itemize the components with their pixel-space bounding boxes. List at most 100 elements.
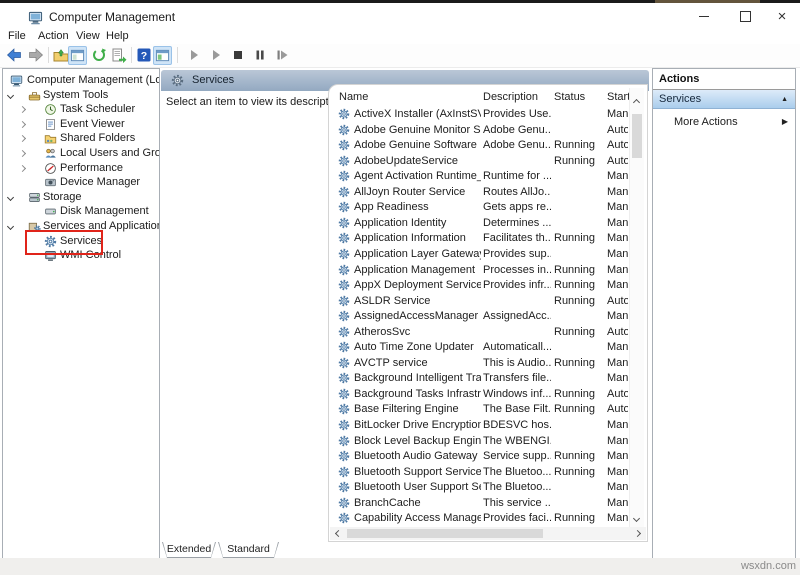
column-header-description[interactable]: Description — [483, 90, 549, 104]
service-name: AVCTP service — [354, 356, 428, 369]
menu-help[interactable]: Help — [106, 30, 129, 42]
scroll-down-icon[interactable] — [632, 514, 641, 523]
service-status: Running — [554, 279, 595, 292]
service-description: BDESVC hos... — [483, 419, 551, 431]
service-row[interactable]: Application Management Processes in... Run… — [329, 263, 628, 278]
tree-item-system-tools[interactable]: System Tools — [3, 88, 159, 103]
service-row[interactable]: Block Level Backup Engine S...The WBENGI… — [329, 434, 628, 449]
pause-service-button[interactable] — [252, 47, 268, 63]
scroll-right-icon[interactable] — [633, 529, 642, 538]
tree-item-task-scheduler[interactable]: Task Scheduler — [3, 102, 159, 117]
column-header-name[interactable]: Name — [339, 90, 469, 104]
service-row[interactable]: ActiveX Installer (AxInstSV) Provides Use… — [329, 107, 628, 122]
service-status — [554, 340, 604, 355]
horizontal-scroll-thumb[interactable] — [347, 529, 543, 538]
service-row[interactable]: AppX Deployment Service (A...Provides in… — [329, 278, 628, 293]
service-row[interactable]: AllJoyn Router Service Routes AllJo... Man… — [329, 185, 628, 200]
collapse-chevron-icon[interactable] — [6, 222, 15, 231]
minimize-button[interactable] — [696, 9, 712, 24]
svg-text:?: ? — [141, 50, 147, 62]
service-gear-icon — [338, 341, 350, 353]
service-description: This service ... — [483, 496, 551, 509]
page-bottom-strip: wsxdn.com — [0, 558, 800, 575]
tree-item-performance[interactable]: Performance — [3, 161, 159, 176]
vertical-scrollbar[interactable] — [629, 88, 644, 528]
service-row[interactable]: Application Information Facilitates th...… — [329, 231, 628, 246]
more-actions-item[interactable]: More Actions ▶ — [653, 113, 795, 131]
service-startup-type: Autor — [607, 139, 628, 152]
start-service-button[interactable] — [186, 47, 202, 63]
export-list-button[interactable] — [111, 47, 127, 63]
collapse-caret-icon[interactable]: ▲ — [781, 90, 788, 109]
service-row[interactable]: AdobeUpdateService Running Autor — [329, 154, 628, 169]
service-row[interactable]: Agent Activation Runtime_e...Runtime for… — [329, 169, 628, 184]
tree-item-computer-management-local[interactable]: Computer Management (Local) — [3, 73, 159, 88]
folder-up-button[interactable] — [53, 47, 69, 63]
service-row[interactable]: BranchCache This service ... Manu — [329, 496, 628, 511]
expand-chevron-icon[interactable] — [18, 106, 27, 114]
service-row[interactable]: Capability Access Manager S...Provides f… — [329, 511, 628, 526]
column-header-status[interactable]: Status — [554, 90, 600, 104]
tree-item-storage[interactable]: Storage — [3, 190, 159, 205]
service-row[interactable]: Application Layer Gateway S...Provides s… — [329, 247, 628, 262]
service-row[interactable]: App Readiness Gets apps re... Manu — [329, 200, 628, 215]
service-status — [554, 434, 604, 449]
service-row[interactable]: BitLocker Drive Encryption S...BDESVC ho… — [329, 418, 628, 433]
tab-extended[interactable]: Extended — [162, 542, 216, 558]
service-status: Running — [554, 403, 595, 416]
tree-item-disk-management[interactable]: Disk Management — [3, 204, 159, 219]
refresh-button[interactable] — [91, 47, 107, 63]
close-button[interactable]: × — [774, 9, 790, 24]
expand-chevron-icon[interactable] — [18, 149, 27, 158]
service-row[interactable]: Bluetooth Audio Gateway Se...Service sup… — [329, 449, 628, 464]
menu-file[interactable]: File — [8, 30, 26, 42]
scroll-up-icon[interactable] — [632, 98, 641, 107]
service-row[interactable]: Background Intelligent Tran...Transfers … — [329, 371, 628, 386]
service-gear-icon — [338, 403, 350, 415]
forward-button[interactable] — [28, 47, 44, 63]
forward-icon — [28, 47, 44, 63]
expand-chevron-icon[interactable] — [18, 164, 27, 172]
service-row[interactable]: Adobe Genuine Monitor Ser...Adobe Genu..… — [329, 123, 628, 138]
horizontal-scrollbar[interactable] — [330, 527, 646, 540]
maximize-button[interactable] — [737, 9, 753, 24]
back-button[interactable] — [6, 47, 22, 63]
service-gear-icon — [338, 248, 350, 260]
menu-action[interactable]: Action — [38, 30, 69, 42]
service-row[interactable]: Application Identity Determines ... Manu — [329, 216, 628, 231]
restart-service-button[interactable] — [274, 47, 290, 63]
service-row[interactable]: AtherosSvc Running Autor — [329, 325, 628, 340]
service-startup-type: Manu — [607, 108, 628, 120]
collapse-chevron-icon[interactable] — [6, 193, 15, 201]
properties-window-button[interactable] — [153, 46, 172, 65]
device-manager-icon — [44, 176, 57, 189]
scroll-left-icon[interactable] — [334, 529, 343, 538]
resume-service-button[interactable] — [208, 47, 224, 63]
service-row[interactable]: Bluetooth Support Service The Bluetoo... R… — [329, 465, 628, 480]
service-row[interactable]: Auto Time Zone Updater Automaticall... Man… — [329, 340, 628, 355]
tab-standard[interactable]: Standard — [218, 542, 279, 558]
help-button[interactable]: ? — [136, 47, 152, 63]
actions-group-services[interactable]: Services ▲ — [653, 90, 795, 109]
stop-service-button[interactable] — [230, 47, 246, 63]
vertical-scroll-thumb[interactable] — [632, 114, 642, 158]
expand-chevron-icon[interactable] — [18, 120, 27, 128]
tree-item-local-users-and-groups[interactable]: Local Users and Groups — [3, 146, 159, 161]
service-row[interactable]: Bluetooth User Support Serv...The Blueto… — [329, 480, 628, 495]
tree-item-device-manager[interactable]: Device Manager — [3, 175, 159, 190]
service-description: Processes in... — [483, 263, 551, 276]
collapse-chevron-icon[interactable] — [6, 91, 15, 99]
tree-item-shared-folders[interactable]: Shared Folders — [3, 131, 159, 146]
service-row[interactable]: AVCTP service This is Audio...Running Manu — [329, 356, 628, 371]
service-row[interactable]: Background Tasks Infrastruc...Windows in… — [329, 387, 628, 402]
service-row[interactable]: AssignedAccessManager Ser...AssignedAcc.… — [329, 309, 628, 324]
service-row[interactable]: Adobe Genuine Software Int...Adobe Genu.… — [329, 138, 628, 153]
menu-view[interactable]: View — [76, 30, 100, 42]
service-description: AssignedAcc... — [483, 310, 551, 323]
service-row[interactable]: ASLDR Service Running Autor — [329, 294, 628, 309]
column-header-startup-type[interactable]: Startu — [607, 90, 630, 104]
console-tree-button[interactable] — [68, 46, 87, 65]
tree-item-event-viewer[interactable]: Event Viewer — [3, 117, 159, 132]
service-row[interactable]: Base Filtering Engine The Base Filt... Run… — [329, 402, 628, 417]
expand-chevron-icon[interactable] — [18, 135, 27, 143]
